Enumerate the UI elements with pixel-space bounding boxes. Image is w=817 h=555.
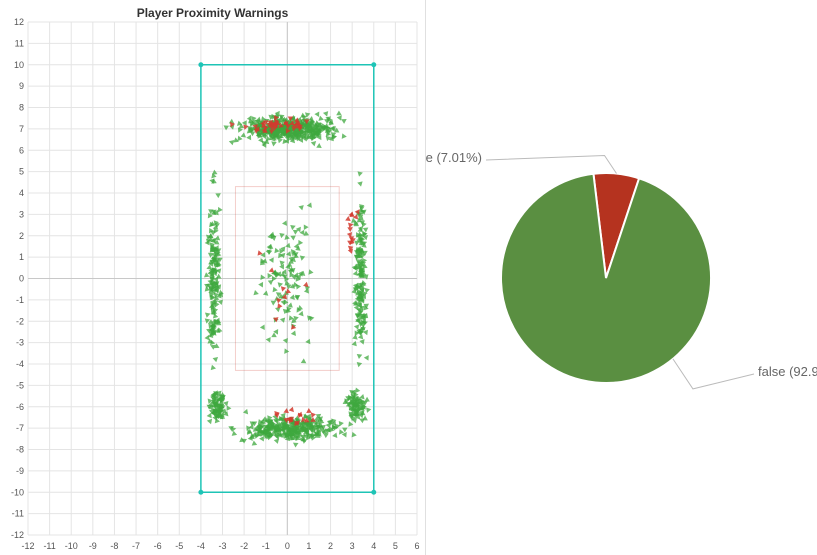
svg-text:-4: -4: [16, 359, 24, 369]
pie-chart: true (7.01%) false (92.99%): [426, 148, 817, 408]
scatter-panel: Player Proximity Warnings -12-11-10-9-8-…: [0, 0, 426, 555]
svg-text:2: 2: [19, 231, 24, 241]
svg-text:0: 0: [285, 541, 290, 551]
svg-text:-5: -5: [175, 541, 183, 551]
svg-text:-7: -7: [132, 541, 140, 551]
svg-text:7: 7: [19, 124, 24, 134]
svg-text:10: 10: [14, 60, 24, 70]
svg-text:-3: -3: [16, 338, 24, 348]
svg-text:-8: -8: [16, 445, 24, 455]
svg-text:1: 1: [19, 252, 24, 262]
scatter-plot: -12-11-10-9-8-7-6-5-4-3-2-10123456-12-11…: [0, 0, 425, 555]
svg-text:-1: -1: [16, 295, 24, 305]
pie-label-true: true (7.01%): [426, 150, 482, 165]
svg-text:-6: -6: [16, 402, 24, 412]
svg-text:-12: -12: [21, 541, 34, 551]
svg-text:6: 6: [414, 541, 419, 551]
svg-text:3: 3: [350, 541, 355, 551]
svg-text:-3: -3: [218, 541, 226, 551]
pie-panel: true (7.01%) false (92.99%): [426, 0, 817, 555]
svg-text:0: 0: [19, 274, 24, 284]
svg-text:4: 4: [19, 188, 24, 198]
svg-text:-9: -9: [16, 466, 24, 476]
svg-text:5: 5: [393, 541, 398, 551]
chart-pair: Player Proximity Warnings -12-11-10-9-8-…: [0, 0, 817, 555]
pie-label-false: false (92.99%): [758, 364, 817, 379]
svg-text:-2: -2: [16, 316, 24, 326]
svg-text:-10: -10: [65, 541, 78, 551]
svg-text:4: 4: [371, 541, 376, 551]
svg-text:6: 6: [19, 145, 24, 155]
svg-text:-12: -12: [11, 530, 24, 540]
svg-text:-8: -8: [110, 541, 118, 551]
svg-text:3: 3: [19, 209, 24, 219]
svg-text:-4: -4: [197, 541, 205, 551]
svg-text:5: 5: [19, 167, 24, 177]
svg-text:-6: -6: [154, 541, 162, 551]
svg-text:11: 11: [15, 38, 24, 48]
svg-text:1: 1: [306, 541, 311, 551]
svg-text:-10: -10: [11, 487, 24, 497]
scatter-title: Player Proximity Warnings: [0, 6, 425, 20]
svg-text:-11: -11: [43, 541, 55, 551]
svg-text:8: 8: [19, 103, 24, 113]
svg-text:-9: -9: [89, 541, 97, 551]
svg-text:-11: -11: [12, 509, 24, 519]
svg-text:2: 2: [328, 541, 333, 551]
svg-text:-5: -5: [16, 380, 24, 390]
svg-text:-7: -7: [16, 423, 24, 433]
svg-text:-1: -1: [262, 541, 270, 551]
svg-text:9: 9: [19, 81, 24, 91]
svg-text:-2: -2: [240, 541, 248, 551]
